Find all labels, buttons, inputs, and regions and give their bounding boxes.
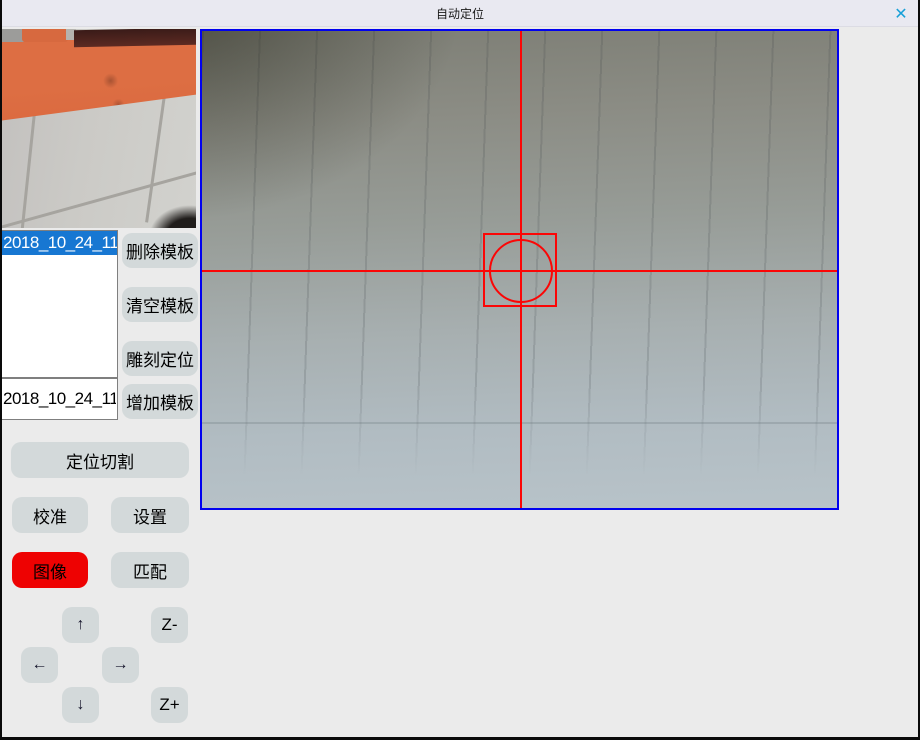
match-button[interactable]: 匹配 bbox=[111, 552, 189, 588]
jog-right-button[interactable]: → bbox=[102, 647, 139, 683]
jog-up-button[interactable]: ↑ bbox=[62, 607, 99, 643]
clear-templates-button[interactable]: 清空模板 bbox=[122, 287, 198, 322]
jog-left-button[interactable]: ← bbox=[21, 647, 58, 683]
window-title: 自动定位 bbox=[436, 5, 484, 22]
calibrate-button[interactable]: 校准 bbox=[12, 497, 88, 533]
add-template-button[interactable]: 增加模板 bbox=[122, 384, 198, 419]
thumbnail-dark-bar bbox=[74, 29, 196, 47]
position-cut-button[interactable]: 定位切割 bbox=[11, 442, 189, 478]
template-thumbnail bbox=[2, 29, 196, 228]
delete-template-button[interactable]: 删除模板 bbox=[122, 233, 198, 268]
template-list-item-selected[interactable]: 2018_10_24_11 bbox=[2, 231, 117, 255]
settings-button[interactable]: 设置 bbox=[111, 497, 189, 533]
template-name-input[interactable] bbox=[1, 378, 118, 420]
titlebar: 自动定位 bbox=[2, 0, 918, 27]
engrave-position-button[interactable]: 雕刻定位 bbox=[122, 341, 198, 376]
window-border bbox=[0, 0, 2, 740]
jog-down-button[interactable]: ↓ bbox=[62, 687, 99, 723]
thumbnail-gray-block bbox=[2, 29, 24, 42]
image-button-active[interactable]: 图像 bbox=[12, 552, 88, 588]
close-icon[interactable]: ✕ bbox=[888, 3, 914, 24]
camera-view[interactable] bbox=[200, 29, 839, 510]
template-match-circle bbox=[489, 239, 553, 303]
thumbnail-dark-blob bbox=[138, 187, 196, 228]
thumbnail-orange-block bbox=[22, 29, 68, 42]
jog-z-minus-button[interactable]: Z- bbox=[151, 607, 188, 643]
auto-position-dialog: 自动定位 ✕ 2018_10_24_11 删除模板 清空模板 雕刻定位 增加模板… bbox=[0, 0, 920, 740]
jog-z-plus-button[interactable]: Z+ bbox=[151, 687, 188, 723]
template-list[interactable]: 2018_10_24_11 bbox=[1, 230, 118, 378]
